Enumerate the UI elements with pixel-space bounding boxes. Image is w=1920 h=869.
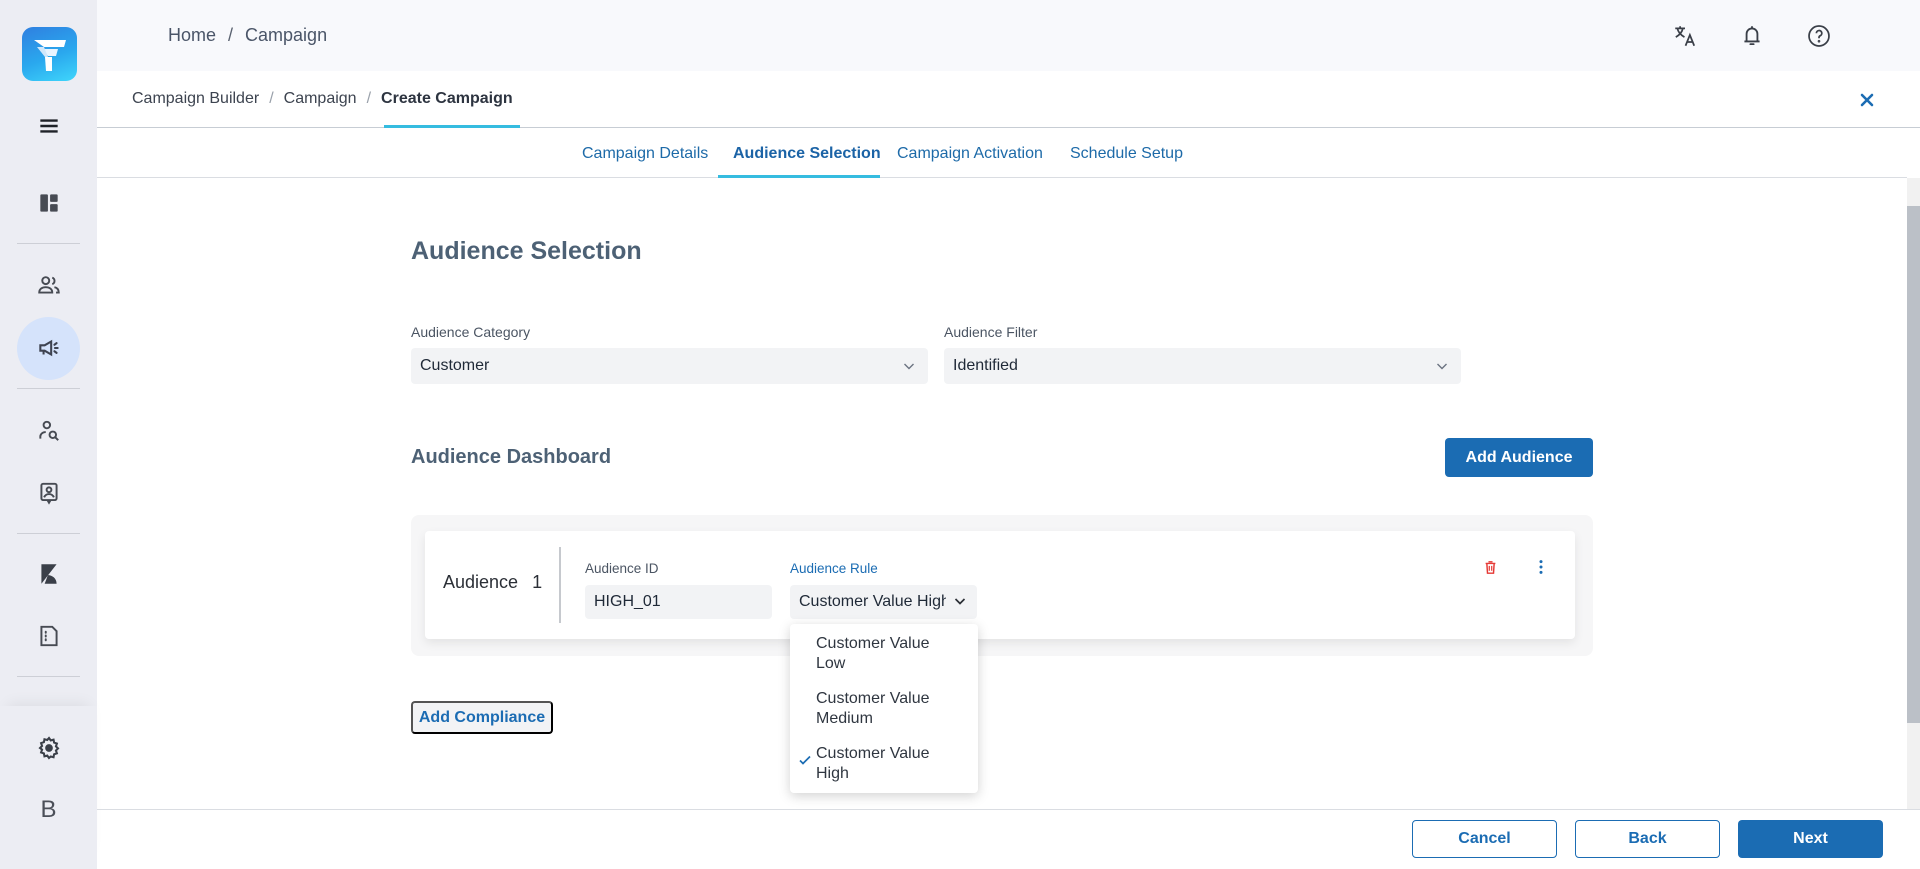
option-text: High [816,765,849,782]
audience-category-label: Audience Category [411,324,531,340]
bell-icon[interactable] [1737,21,1767,51]
user-search-icon[interactable] [24,411,74,451]
logo-mark-icon [34,40,66,71]
tab-campaign-details[interactable]: Campaign Details [582,145,708,163]
breadcrumb-campaign-link[interactable]: Campaign [284,90,357,107]
gear-icon[interactable] [24,728,74,768]
megaphone-icon[interactable] [24,328,74,368]
scrollbar-thumb[interactable] [1907,206,1920,723]
top-breadcrumb: Home / Campaign [168,25,327,46]
option-text: Medium [816,710,873,727]
sidebar-divider [17,243,80,244]
chevron-down-icon [1437,363,1447,370]
audience-rule-select[interactable]: Customer Value High [790,585,977,619]
hamburger-menu-icon[interactable] [24,106,74,146]
trash-icon [1485,560,1495,574]
audience-id-value: HIGH_01 [594,593,661,610]
dashboard-icon[interactable] [24,183,74,223]
breadcrumb-separator: / [366,90,372,107]
option-text: Customer Value [816,635,930,652]
kebab-menu-icon [1539,560,1543,574]
step-tabs: Campaign Details Audience Selection Camp… [97,128,1907,178]
translate-icon[interactable] [1670,21,1700,51]
breadcrumb-separator: / [269,90,274,107]
audience-title-text: Audience [443,572,519,592]
top-header: Home / Campaign [97,0,1920,71]
page-breadcrumb-bar: Campaign Builder / Campaign / Create Campaig… [97,71,1920,129]
breadcrumb-campaign: Campaign [245,25,328,45]
tab-audience-selection[interactable]: Audience Selection [733,145,881,163]
check-icon [799,755,811,765]
app-logo[interactable] [22,27,77,81]
back-button[interactable]: Back [1575,820,1720,858]
chevron-down-icon [904,363,914,370]
sidebar-divider [17,676,80,677]
dropdown-option-low[interactable]: Customer Value Low [816,634,966,674]
audience-card-divider [559,547,561,623]
add-compliance-button[interactable]: Add Compliance [411,701,553,734]
page-breadcrumb: Campaign Builder / Campaign / Create Campaig… [132,90,513,108]
chevron-down-icon [954,598,966,605]
more-options-button[interactable] [1531,556,1551,578]
active-tab-underline [718,175,880,178]
document-icon[interactable] [24,616,74,656]
k-logo-icon[interactable] [24,554,74,594]
page-title: Audience Selection [411,237,642,265]
breadcrumb-campaign-builder[interactable]: Campaign Builder [132,90,259,107]
option-text: Customer Value [816,745,930,762]
audience-filter-select[interactable]: Identified [944,348,1461,384]
contact-card-icon[interactable] [24,473,74,513]
audience-id-input[interactable]: HIGH_01 [585,585,772,619]
audience-dashboard-heading: Audience Dashboard [411,446,612,468]
add-audience-button[interactable]: Add Audience [1445,438,1593,477]
audience-category-select[interactable]: Customer [411,348,928,384]
audience-number: 1 [532,572,543,592]
audience-card-title: Audience 1 [443,572,542,593]
footer-divider [97,809,1920,810]
breadcrumb-separator: / [228,25,234,45]
option-text: Customer Value [816,690,930,707]
close-icon[interactable] [1855,88,1879,112]
option-text: Low [816,655,846,672]
tab-schedule-setup[interactable]: Schedule Setup [1070,145,1183,163]
tab-campaign-activation[interactable]: Campaign Activation [897,145,1043,163]
cancel-button[interactable]: Cancel [1412,820,1557,858]
breadcrumb-home-link[interactable]: Home [168,25,216,45]
audience-filter-label: Audience Filter [944,324,1038,340]
audience-rule-dropdown: Customer Value Low Customer Value Medium… [790,624,978,793]
audience-filter-value: Identified [953,357,1018,374]
sidebar-divider [17,533,80,534]
audience-category-value: Customer [420,357,490,374]
user-avatar-initial[interactable]: B [0,796,97,824]
sidebar: B [0,0,97,869]
audience-rule-value: Customer Value High [799,593,946,610]
delete-audience-button[interactable] [1480,556,1500,578]
audience-rule-label: Audience Rule [790,561,878,576]
next-button[interactable]: Next [1738,820,1883,858]
sidebar-divider [17,388,80,389]
help-icon[interactable] [1804,21,1834,51]
dropdown-option-high[interactable]: Customer Value High [816,744,966,784]
users-icon[interactable] [24,265,74,305]
audience-id-label: Audience ID [585,561,659,576]
dropdown-option-medium[interactable]: Customer Value Medium [816,689,966,729]
breadcrumb-create-campaign: Create Campaign [381,90,513,107]
